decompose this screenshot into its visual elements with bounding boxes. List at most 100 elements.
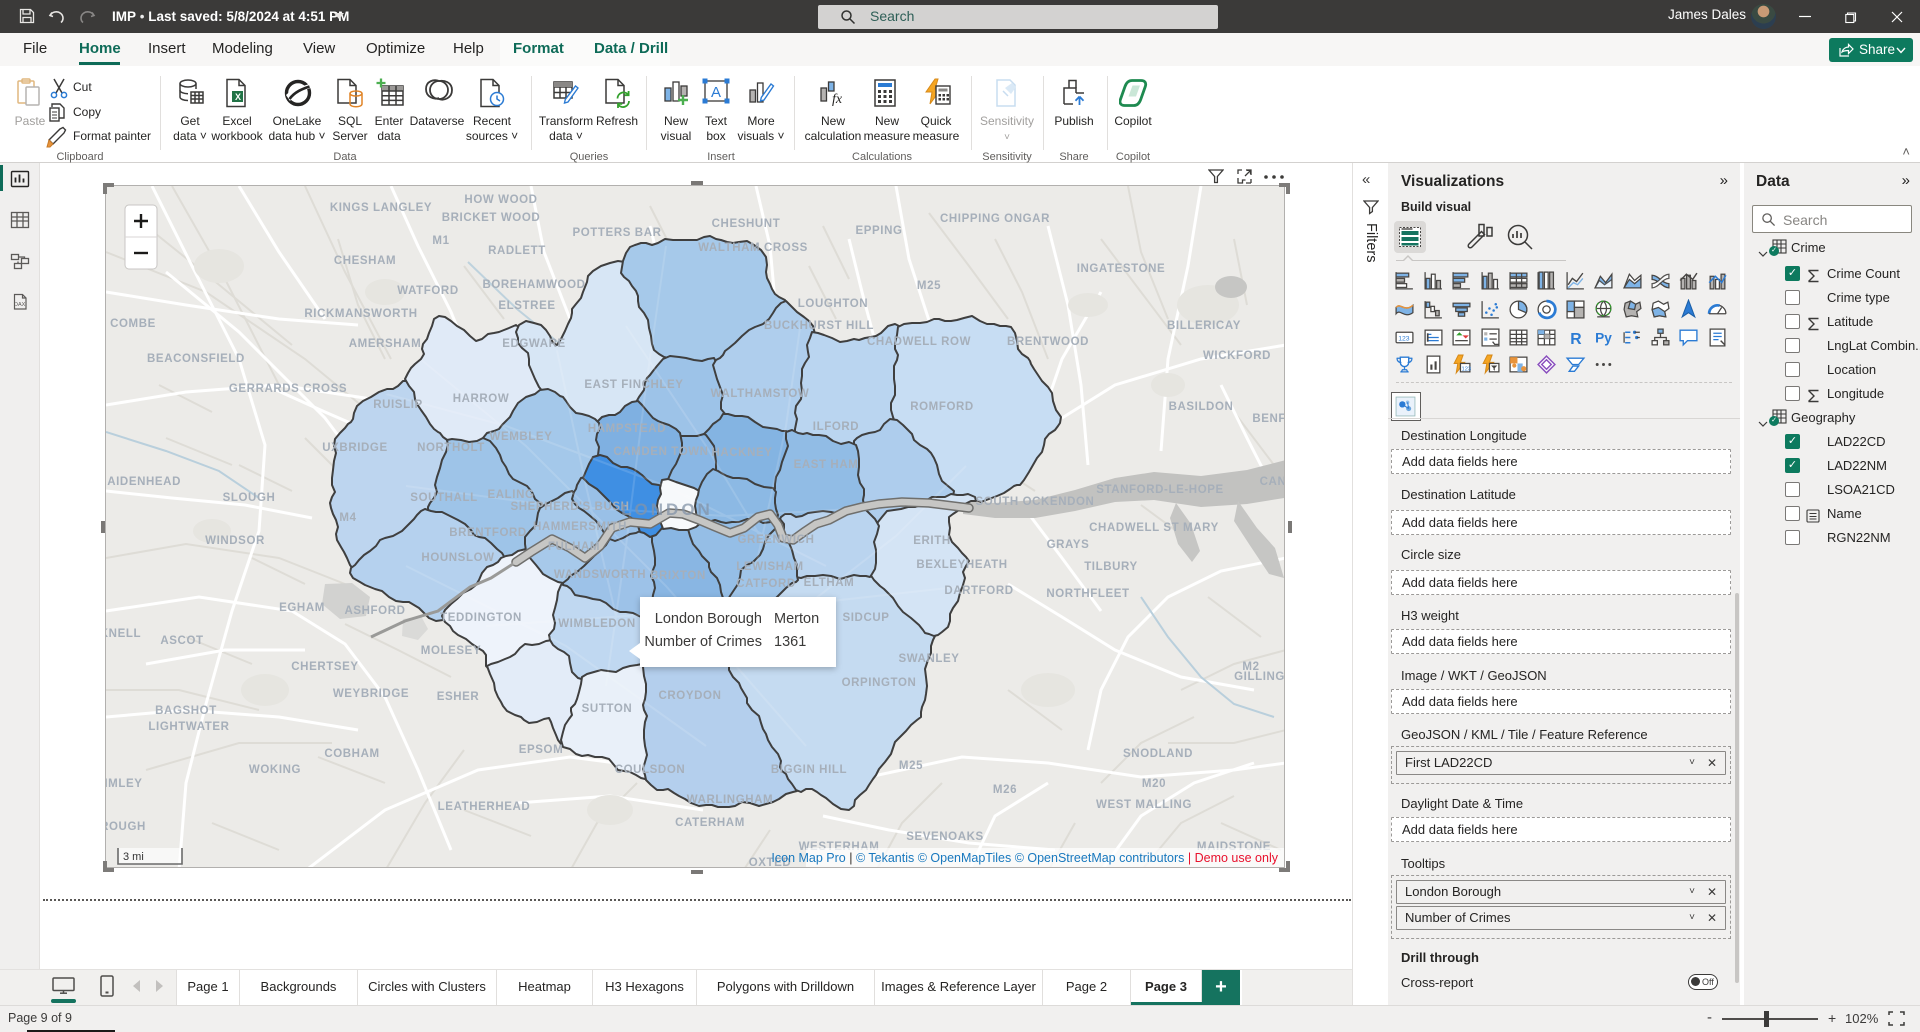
svg-text:LIGHTWATER: LIGHTWATER	[148, 721, 229, 733]
svg-text:CAMDEN TOWN: CAMDEN TOWN	[613, 446, 708, 458]
svg-text:ROUGH: ROUGH	[106, 821, 146, 833]
svg-text:BAGSHOT: BAGSHOT	[155, 705, 217, 717]
svg-text:CATERHAM: CATERHAM	[675, 817, 745, 829]
svg-text:LEWISHAM: LEWISHAM	[736, 561, 803, 573]
svg-text:ELSTREE: ELSTREE	[498, 300, 555, 312]
svg-text:CHERTSEY: CHERTSEY	[291, 661, 358, 673]
svg-text:BASILDON: BASILDON	[1169, 401, 1234, 413]
svg-text:EPPING: EPPING	[855, 225, 902, 237]
svg-text:M25: M25	[899, 760, 923, 772]
svg-text:EGHAM: EGHAM	[279, 602, 325, 614]
svg-text:UXBRIDGE: UXBRIDGE	[322, 442, 388, 454]
svg-text:EAST HAM: EAST HAM	[794, 459, 859, 471]
svg-text:SOUTHALL: SOUTHALL	[410, 492, 477, 504]
svg-text:WATFORD: WATFORD	[397, 285, 458, 297]
svg-text:GREENWICH: GREENWICH	[738, 534, 815, 546]
svg-text:M4: M4	[339, 512, 356, 524]
svg-text:ESHER: ESHER	[437, 691, 480, 703]
svg-text:WALTHAM CROSS: WALTHAM CROSS	[698, 242, 808, 254]
svg-text:ELTHAM: ELTHAM	[804, 577, 855, 589]
svg-text:WEST MALLING: WEST MALLING	[1096, 799, 1192, 811]
svg-text:KINGS LANGLEY: KINGS LANGLEY	[330, 202, 432, 214]
svg-text:ORPINGTON: ORPINGTON	[842, 677, 917, 689]
svg-text:BOREHAMWOOD: BOREHAMWOOD	[482, 279, 585, 291]
svg-text:HACKNEY: HACKNEY	[711, 447, 772, 459]
svg-text:TILBURY: TILBURY	[1084, 561, 1138, 573]
svg-text:CATFORD: CATFORD	[736, 578, 796, 590]
svg-text:EPSOM: EPSOM	[519, 744, 564, 756]
svg-text:CHADWELL ROW: CHADWELL ROW	[867, 336, 971, 348]
svg-text:M25: M25	[917, 280, 941, 292]
svg-text:NORTHOLT: NORTHOLT	[417, 442, 485, 454]
svg-text:Icon Map Pro | © Tekantis © Op: Icon Map Pro | © Tekantis © OpenMapTiles…	[771, 851, 1278, 865]
svg-text:BIGGIN HILL: BIGGIN HILL	[771, 764, 847, 776]
svg-text:RUISLIP: RUISLIP	[373, 399, 423, 411]
svg-text:WINDSOR: WINDSOR	[205, 535, 265, 547]
svg-text:HAMMERSMITH: HAMMERSMITH	[533, 521, 627, 533]
svg-text:BUCKHURST HILL: BUCKHURST HILL	[764, 320, 874, 332]
svg-text:MOLESEY: MOLESEY	[421, 645, 481, 657]
svg-text:COMBE: COMBE	[110, 318, 156, 330]
svg-text:fx: fx	[832, 92, 843, 107]
svg-text:M20: M20	[1142, 778, 1166, 790]
svg-text:BILLERICAY: BILLERICAY	[1167, 320, 1241, 332]
svg-text:COULSDON: COULSDON	[615, 764, 686, 776]
svg-text:COBHAM: COBHAM	[324, 748, 379, 760]
svg-text:WANDSWORTH: WANDSWORTH	[554, 569, 646, 581]
svg-text:HARROW: HARROW	[453, 393, 510, 405]
svg-text:FULHAM: FULHAM	[548, 541, 600, 553]
svg-text:HAMPSTEAD: HAMPSTEAD	[588, 423, 666, 435]
svg-text:ROMFORD: ROMFORD	[910, 401, 974, 413]
svg-text:CROYDON: CROYDON	[659, 690, 722, 702]
svg-text:CKNELL: CKNELL	[106, 628, 141, 640]
svg-text:BENFL: BENFL	[1252, 413, 1284, 425]
svg-text:SNODLAND: SNODLAND	[1123, 748, 1193, 760]
svg-text:AMERSHAM: AMERSHAM	[349, 338, 422, 350]
svg-text:GERRARDS CROSS: GERRARDS CROSS	[229, 383, 347, 395]
svg-text:EAST FINCHLEY: EAST FINCHLEY	[584, 379, 683, 391]
svg-text:HOUNSLOW: HOUNSLOW	[421, 552, 494, 564]
svg-text:Py: Py	[1595, 331, 1612, 346]
svg-text:RIMLEY: RIMLEY	[106, 778, 143, 790]
svg-text:SUTTON: SUTTON	[582, 703, 633, 715]
svg-text:123: 123	[1462, 366, 1472, 372]
svg-text:3 mi: 3 mi	[123, 851, 144, 863]
svg-text:BRIXTON: BRIXTON	[650, 570, 706, 582]
svg-text:M1: M1	[432, 235, 449, 247]
svg-text:DAX: DAX	[14, 302, 26, 308]
svg-text:BRENTFORD: BRENTFORD	[449, 527, 527, 539]
svg-text:A: A	[711, 84, 721, 101]
svg-text:BRICKET WOOD: BRICKET WOOD	[442, 212, 541, 224]
svg-text:SEVENOAKS: SEVENOAKS	[906, 831, 984, 843]
svg-text:ASHFORD: ASHFORD	[344, 605, 405, 617]
svg-text:NORTHFLEET: NORTHFLEET	[1046, 588, 1129, 600]
svg-text:RADLETT: RADLETT	[488, 245, 546, 257]
svg-text:CHESHUNT: CHESHUNT	[712, 218, 781, 230]
svg-text:EALING: EALING	[487, 489, 534, 501]
svg-text:123: 123	[1398, 336, 1410, 343]
svg-text:LEATHERHEAD: LEATHERHEAD	[438, 801, 531, 813]
svg-text:LONDON: LONDON	[621, 500, 713, 519]
svg-text:R: R	[1570, 331, 1582, 348]
svg-text:MAIDENHEAD: MAIDENHEAD	[106, 476, 181, 488]
svg-text:SHEPHERD'S BUSH: SHEPHERD'S BUSH	[510, 501, 629, 513]
svg-text:BRENTWOOD: BRENTWOOD	[1007, 336, 1089, 348]
svg-text:EDGWARE: EDGWARE	[502, 338, 566, 350]
svg-text:LOUGHTON: LOUGHTON	[798, 298, 868, 310]
svg-text:POTTERS BAR: POTTERS BAR	[572, 227, 661, 239]
svg-text:HOW WOOD: HOW WOOD	[464, 194, 537, 206]
svg-text:CHADWELL ST MARY: CHADWELL ST MARY	[1089, 522, 1219, 534]
svg-text:SOUTH OCKENDON: SOUTH OCKENDON	[976, 496, 1095, 508]
svg-text:WARLINGHAM: WARLINGHAM	[687, 794, 774, 806]
svg-text:DARTFORD: DARTFORD	[944, 585, 1013, 597]
svg-text:WIMBLEDON: WIMBLEDON	[558, 618, 636, 630]
svg-text:M26: M26	[993, 784, 1017, 796]
svg-text:X: X	[235, 92, 241, 102]
svg-text:ERITH: ERITH	[913, 535, 951, 547]
svg-text:CHESHAM: CHESHAM	[334, 255, 396, 267]
svg-text:INGATESTONE: INGATESTONE	[1077, 263, 1166, 275]
svg-text:RICKMANSWORTH: RICKMANSWORTH	[304, 308, 417, 320]
svg-text:ASCOT: ASCOT	[160, 635, 203, 647]
svg-text:TEDDINGTON: TEDDINGTON	[440, 612, 522, 624]
svg-text:WICKFORD: WICKFORD	[1203, 350, 1271, 362]
